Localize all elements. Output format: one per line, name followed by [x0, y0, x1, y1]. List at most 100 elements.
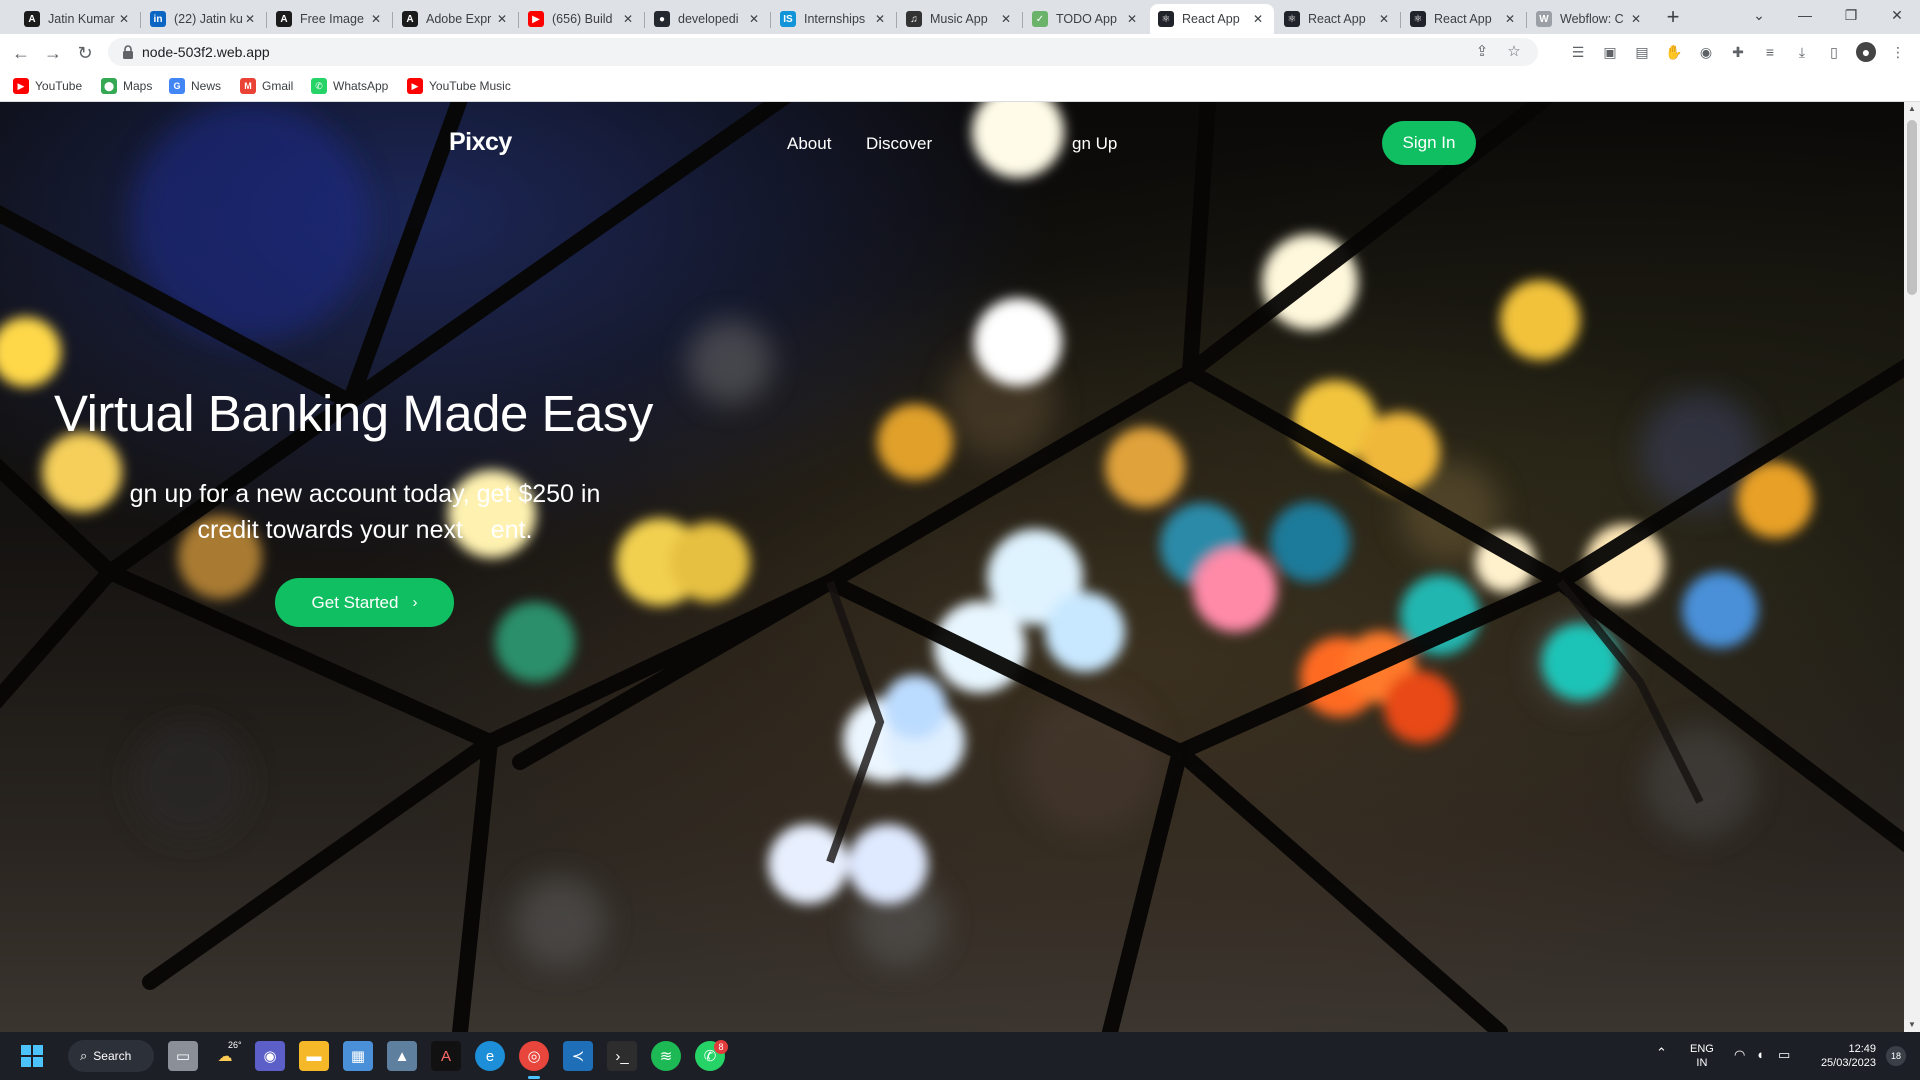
bookmark-item[interactable]: ⬤ Maps — [101, 77, 152, 95]
bookmark-item[interactable]: G News — [169, 77, 221, 95]
tab-title: Internships — [804, 12, 866, 26]
tab-search-icon[interactable]: ⌄ — [1736, 0, 1782, 30]
browser-tab[interactable]: ✓ TODO App ✕ — [1024, 4, 1148, 34]
profile-avatar[interactable]: ● — [1856, 42, 1876, 62]
show-hidden-icons-chevron[interactable]: ⌃ — [1656, 1046, 1667, 1060]
tab-close-icon[interactable]: ✕ — [116, 11, 132, 27]
taskbar-search-label: Search — [93, 1049, 132, 1063]
clock[interactable]: 12:49 25/03/2023 — [1812, 1042, 1876, 1070]
tab-close-icon[interactable]: ✕ — [494, 11, 510, 27]
close-window-button[interactable]: ✕ — [1874, 0, 1920, 30]
site-logo[interactable]: Pixcy — [449, 128, 512, 157]
microsoft-store-icon[interactable]: ▦ — [343, 1041, 373, 1071]
get-started-label: Get Started — [311, 592, 399, 612]
browser-tab[interactable]: ⚛ React App ✕ — [1402, 4, 1526, 34]
bookmark-item[interactable]: ✆ WhatsApp — [311, 77, 388, 95]
url-text[interactable]: node-503f2.web.app — [142, 44, 270, 60]
media-control-icon[interactable]: ≡ — [1760, 42, 1780, 62]
input-language[interactable]: ENG IN — [1690, 1042, 1714, 1070]
browser-tab[interactable]: ▶ (656) Build ✕ — [520, 4, 644, 34]
tab-title: Jatin Kumar — [48, 12, 115, 26]
get-started-button[interactable]: Get Started › — [275, 578, 454, 627]
nav-link-discover[interactable]: Discover — [866, 134, 932, 154]
share-icon[interactable]: ⇪ — [1473, 43, 1491, 61]
tab-close-icon[interactable]: ✕ — [998, 11, 1014, 27]
scroll-up-arrow[interactable]: ▲ — [1904, 102, 1920, 116]
extension-icon[interactable]: ◉ — [1696, 42, 1716, 62]
youtube-icon: ▶ — [13, 78, 29, 94]
scrollbar-thumb[interactable] — [1907, 120, 1917, 295]
browser-tab[interactable]: ⚛ React App ✕ — [1150, 4, 1274, 34]
adobe-express-icon[interactable]: A — [431, 1041, 461, 1071]
teams-chat-icon[interactable]: ◉ — [255, 1041, 285, 1071]
volume-icon[interactable]: ◖ — [1756, 1048, 1764, 1062]
tab-separator — [392, 12, 393, 28]
download-icon[interactable]: ⤓ — [1792, 42, 1812, 62]
tab-close-icon[interactable]: ✕ — [1250, 11, 1266, 27]
nav-link-signup[interactable]: gn Up — [1072, 134, 1117, 154]
tab-close-icon[interactable]: ✕ — [242, 11, 258, 27]
restore-button[interactable]: ❐ — [1828, 0, 1874, 30]
bookmark-item[interactable]: M Gmail — [240, 77, 293, 95]
terminal-icon[interactable]: ›_ — [607, 1041, 637, 1071]
tab-close-icon[interactable]: ✕ — [1124, 11, 1140, 27]
linkedin-icon: in — [150, 11, 166, 27]
taskbar-search[interactable]: ⌕ Search — [68, 1040, 154, 1072]
browser-tab[interactable]: ♫ Music App ✕ — [898, 4, 1022, 34]
browser-tab[interactable]: A Jatin Kumar ✕ — [16, 4, 140, 34]
tab-close-icon[interactable]: ✕ — [872, 11, 888, 27]
nav-link-about[interactable]: About — [787, 134, 831, 154]
forward-button[interactable]: → — [40, 40, 66, 66]
browser-tab[interactable]: W Webflow: C ✕ — [1528, 4, 1652, 34]
minimize-button[interactable]: — — [1782, 0, 1828, 30]
extension-icon[interactable]: ▤ — [1632, 42, 1652, 62]
language-code: ENG — [1690, 1043, 1714, 1055]
browser-tab[interactable]: A Free Image ✕ — [268, 4, 392, 34]
tab-close-icon[interactable]: ✕ — [1628, 11, 1644, 27]
wifi-icon[interactable]: ◠ — [1734, 1048, 1745, 1062]
gmail-icon: M — [240, 78, 256, 94]
browser-tab[interactable]: ⚛ React App ✕ — [1276, 4, 1400, 34]
tab-close-icon[interactable]: ✕ — [746, 11, 762, 27]
back-button[interactable]: ← — [8, 40, 34, 66]
extensions-puzzle-icon[interactable]: ✚ — [1728, 42, 1748, 62]
bookmark-item[interactable]: ▶ YouTube — [13, 77, 82, 95]
browser-tab[interactable]: in (22) Jatin ku ✕ — [142, 4, 266, 34]
sign-in-button[interactable]: Sign In — [1382, 121, 1476, 165]
tab-close-icon[interactable]: ✕ — [1502, 11, 1518, 27]
bookmark-label: WhatsApp — [333, 79, 389, 93]
page-scrollbar[interactable]: ▲ ▼ — [1904, 102, 1920, 1032]
reading-list-icon[interactable]: ☰ — [1568, 42, 1588, 62]
battery-icon[interactable]: ▭ — [1778, 1048, 1790, 1062]
scroll-down-arrow[interactable]: ▼ — [1904, 1018, 1920, 1032]
tab-close-icon[interactable]: ✕ — [368, 11, 384, 27]
browser-tab[interactable]: ● developedi ✕ — [646, 4, 770, 34]
extension-icon[interactable]: ▣ — [1600, 42, 1620, 62]
address-bar[interactable]: node-503f2.web.app ⇪ ☆ — [108, 38, 1538, 66]
reload-button[interactable]: ↻ — [72, 40, 98, 66]
file-explorer-icon[interactable]: ▬ — [299, 1041, 329, 1071]
tab-close-icon[interactable]: ✕ — [620, 11, 636, 27]
browser-tab[interactable]: IS Internships ✕ — [772, 4, 896, 34]
chrome-browser-icon[interactable]: ◎ — [519, 1041, 549, 1071]
spotify-icon[interactable]: ≋ — [651, 1041, 681, 1071]
extension-icon[interactable]: ✋ — [1664, 42, 1684, 62]
windows-start-icon[interactable] — [17, 1041, 47, 1071]
task-view-icon[interactable]: ▭ — [168, 1041, 198, 1071]
side-panel-icon[interactable]: ▯ — [1824, 42, 1844, 62]
notification-center-badge[interactable]: 18 — [1886, 1046, 1906, 1066]
menu-kebab-icon[interactable]: ⋮ — [1888, 42, 1908, 62]
react-icon: ⚛ — [1284, 11, 1300, 27]
new-tab-button[interactable]: + — [1660, 5, 1686, 31]
vscode-icon[interactable]: ≺ — [563, 1041, 593, 1071]
bookmark-star-icon[interactable]: ☆ — [1505, 43, 1523, 61]
bookmark-item[interactable]: ▶ YouTube Music — [407, 77, 511, 95]
browser-tab[interactable]: A Adobe Expr ✕ — [394, 4, 518, 34]
chevron-right-icon: › — [412, 594, 418, 611]
author-icon: A — [24, 11, 40, 27]
photos-icon[interactable]: ▲ — [387, 1041, 417, 1071]
tab-separator — [1526, 12, 1527, 28]
tab-close-icon[interactable]: ✕ — [1376, 11, 1392, 27]
region-code: IN — [1696, 1057, 1708, 1069]
edge-browser-icon[interactable]: e — [475, 1041, 505, 1071]
